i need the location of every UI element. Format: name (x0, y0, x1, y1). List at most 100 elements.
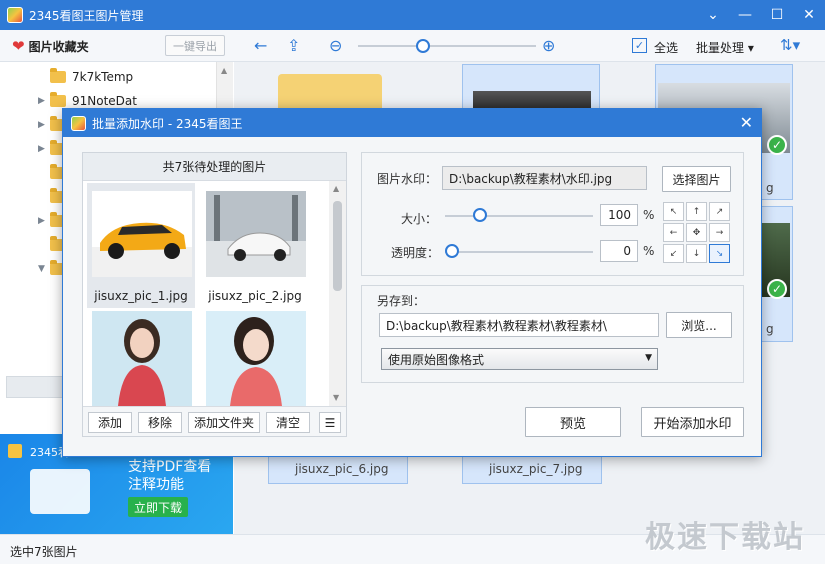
dialog-titlebar: 批量添加水印 - 2345看图王 ✕ (63, 109, 761, 137)
scroll-down-icon[interactable]: ▼ (333, 393, 339, 402)
heart-icon: ❤ (12, 37, 25, 55)
position-center-icon[interactable]: ✥ (686, 223, 707, 242)
size-slider[interactable] (445, 215, 593, 217)
expand-arrow-icon[interactable]: ▶ (38, 144, 50, 154)
expand-arrow-icon[interactable]: ▶ (38, 120, 50, 130)
thumbnail-label: jisuxz_pic_6.jpg (295, 462, 389, 476)
dialog-close-icon[interactable]: ✕ (740, 113, 753, 132)
app-title: 2345看图王图片管理 (29, 8, 144, 23)
maximize-icon[interactable]: ☐ (761, 0, 793, 30)
opacity-label: 透明度： (391, 246, 440, 260)
add-button[interactable]: 添加 (88, 412, 132, 433)
app-titlebar: 2345看图王图片管理 ⌄ — ☐ ✕ (0, 0, 825, 30)
clear-button[interactable]: 清空 (266, 412, 310, 433)
batch-watermark-dialog: 批量添加水印 - 2345看图王 ✕ 共7张待处理的图片 jisuxz_pic_… (62, 108, 762, 457)
save-to-label: 另存到： (377, 294, 426, 308)
sort-icon[interactable]: ⇅▾ (780, 36, 800, 54)
document-icon (30, 469, 90, 514)
site-watermark: 极速下载站 (645, 520, 805, 555)
list-view-icon[interactable]: ☰ (319, 412, 341, 433)
opacity-value-input[interactable]: 0 (600, 240, 638, 262)
expand-arrow-icon[interactable]: ▶ (38, 96, 50, 106)
select-all-label[interactable]: 全选 (654, 39, 678, 56)
position-grid: ↖ ↑ ↗ ← ✥ → ↙ ↓ ↘ (663, 202, 730, 265)
position-bottom-left-icon[interactable]: ↙ (663, 244, 684, 263)
preview-button[interactable]: 预览 (525, 407, 621, 437)
remove-button[interactable]: 移除 (138, 412, 182, 433)
browse-button[interactable]: 浏览... (666, 312, 732, 338)
position-middle-left-icon[interactable]: ← (663, 223, 684, 242)
position-top-right-icon[interactable]: ↗ (709, 202, 730, 221)
scroll-up-icon[interactable]: ▲ (333, 184, 339, 193)
opacity-percent: % (643, 244, 655, 258)
favorites-header[interactable]: ❤ 图片收藏夹 (12, 37, 89, 55)
thumbnail-card[interactable] (462, 64, 600, 115)
opacity-slider-thumb[interactable] (445, 244, 459, 258)
selected-check-icon: ✓ (767, 135, 787, 155)
opacity-slider[interactable] (445, 251, 593, 253)
back-arrow-icon[interactable]: ← (254, 36, 267, 56)
menu-dropdown-icon[interactable]: ⌄ (697, 0, 729, 30)
format-select[interactable]: 使用原始图像格式 ▼ (381, 348, 658, 370)
app-logo-icon (7, 7, 23, 23)
zoom-slider-thumb[interactable] (416, 39, 430, 53)
tree-item-label: 7k7kTemp (72, 70, 134, 84)
size-slider-thumb[interactable] (473, 208, 487, 222)
status-text: 选中7张图片 (10, 545, 78, 559)
export-button[interactable]: 一键导出 (165, 35, 225, 56)
start-watermark-button[interactable]: 开始添加水印 (641, 407, 744, 437)
minimize-icon[interactable]: — (729, 0, 761, 30)
selected-check-icon: ✓ (767, 279, 787, 299)
image-list-actions: 添加 移除 添加文件夹 清空 ☰ (83, 406, 346, 436)
main-toolbar: ❤ 图片收藏夹 一键导出 ← ⇪ ⊖ ⊕ ✓ 全选 批量处理 ▾ ⇅▾ (0, 30, 825, 62)
watermark-image-label: 图片水印： (377, 172, 438, 186)
list-item[interactable]: jisuxz_pic_1.jpg (87, 183, 195, 308)
scroll-up-icon[interactable]: ▲ (221, 66, 227, 75)
image-list: 共7张待处理的图片 jisuxz_pic_1.jpg jisuxz_pic_2.… (82, 152, 347, 437)
size-value-input[interactable]: 100 (600, 204, 638, 226)
ad-line1: 支持PDF查看 (128, 459, 212, 475)
folder-icon (50, 68, 66, 83)
image-list-scrollbar[interactable]: ▲ ▼ (329, 181, 346, 406)
list-item[interactable]: jisuxz_pic_2.jpg (201, 183, 309, 308)
watermark-path-field[interactable]: D:\backup\教程素材\水印.jpg (442, 166, 647, 190)
thumbnail-image (92, 311, 192, 406)
add-folder-button[interactable]: 添加文件夹 (188, 412, 260, 433)
batch-process-menu[interactable]: 批量处理 ▾ (696, 39, 754, 56)
zoom-out-icon[interactable]: ⊖ (329, 36, 342, 56)
upload-icon[interactable]: ⇪ (287, 36, 300, 56)
dialog-title: 批量添加水印 - 2345看图王 (92, 116, 243, 131)
position-middle-right-icon[interactable]: → (709, 223, 730, 242)
position-top-left-icon[interactable]: ↖ (663, 202, 684, 221)
choose-image-button[interactable]: 选择图片 (662, 166, 731, 192)
list-item[interactable] (201, 303, 309, 406)
folder-icon (50, 92, 66, 107)
collapse-arrow-icon[interactable]: ▼ (38, 264, 50, 274)
zoom-in-icon[interactable]: ⊕ (542, 36, 555, 56)
select-all-checkbox[interactable]: ✓ (632, 38, 647, 53)
thumbnail-card[interactable]: jisuxz_pic_6.jpg (268, 454, 408, 484)
ad-download-button[interactable]: 立即下载 (128, 497, 188, 517)
list-item-label: jisuxz_pic_2.jpg (208, 289, 302, 303)
close-icon[interactable]: ✕ (793, 0, 825, 30)
list-item[interactable] (87, 303, 195, 406)
size-label: 大小： (401, 212, 438, 226)
scrollbar-thumb[interactable] (333, 201, 342, 291)
thumbnail-card[interactable]: jisuxz_pic_7.jpg (462, 454, 602, 484)
list-item-label: jisuxz_pic_1.jpg (94, 289, 188, 303)
expand-arrow-icon[interactable]: ▶ (38, 216, 50, 226)
format-select-value: 使用原始图像格式 (388, 352, 485, 367)
thumbnail-image (206, 311, 306, 406)
position-top-center-icon[interactable]: ↑ (686, 202, 707, 221)
position-bottom-right-icon[interactable]: ↘ (709, 244, 730, 263)
tree-item-label: 91NoteDat (72, 94, 137, 108)
image-list-header: 共7张待处理的图片 (83, 153, 346, 181)
thumbnail-image (92, 191, 192, 277)
chevron-down-icon: ▼ (645, 353, 652, 363)
app-logo-icon (71, 115, 86, 131)
zoom-slider[interactable] (358, 45, 536, 47)
app-logo-icon (8, 444, 22, 458)
position-bottom-center-icon[interactable]: ↓ (686, 244, 707, 263)
save-path-field[interactable]: D:\backup\教程素材\教程素材\教程素材\ (379, 313, 659, 337)
tree-item[interactable]: 7k7kTemp (38, 66, 133, 88)
